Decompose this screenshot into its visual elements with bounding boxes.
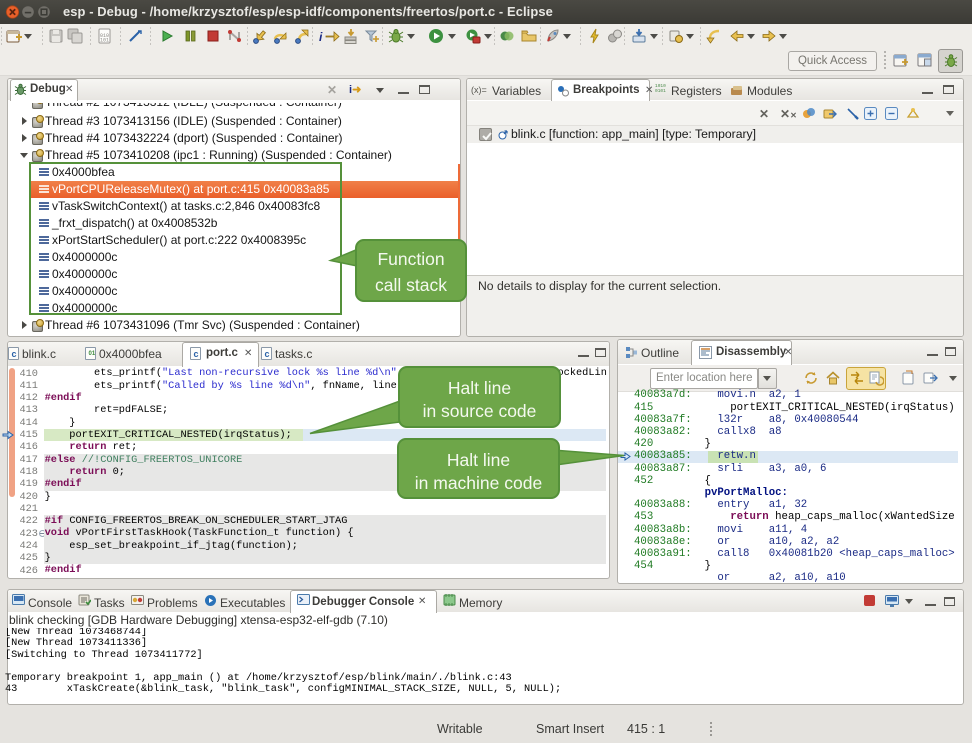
svg-text:101: 101	[100, 38, 109, 44]
